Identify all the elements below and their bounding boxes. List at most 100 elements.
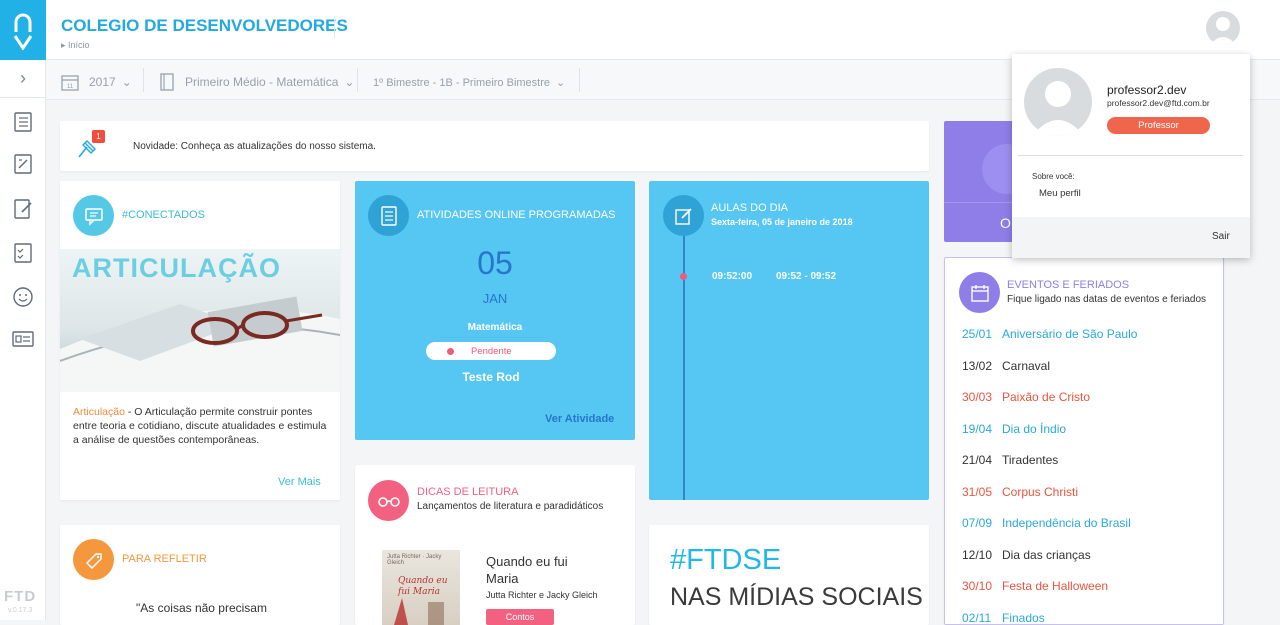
school-name: COLEGIO DE DESENVOLVEDORES [61, 16, 348, 35]
top-header: COLEGIO DE DESENVOLVEDORES ▸ Início [46, 0, 1280, 60]
book-cover[interactable]: Jutta Richter · Jacky Gleich Quando eu f… [382, 550, 460, 625]
conectados-link[interactable]: Articulação [73, 406, 125, 418]
event-row[interactable]: 13/02 Carnaval [962, 359, 1050, 373]
aulas-title: AULAS DO DIA [711, 202, 789, 214]
profile-role-badge: Professor [1107, 117, 1210, 134]
calendar-icon: 11 [61, 75, 79, 91]
year-value: 2017 [89, 75, 116, 89]
event-row[interactable]: 21/04 Tiradentes [962, 453, 1058, 467]
chat-bubble-icon [84, 207, 103, 226]
reading-glasses-icon [377, 496, 400, 507]
image-heading: ARTICULAÇÃO [72, 253, 281, 283]
chevron-down-icon: ⌄ [121, 75, 132, 89]
event-row[interactable]: 07/09 Independência do Brasil [962, 516, 1131, 530]
event-date: 31/05 [962, 484, 993, 499]
event-row[interactable]: 30/10 Festa de Halloween [962, 579, 1108, 593]
user-silhouette-icon [1210, 17, 1236, 45]
aulas-icon-circle [663, 195, 704, 236]
activity-month: JAN [482, 291, 508, 306]
eventos-icon-circle [959, 272, 1000, 313]
eventos-title: EVENTOS E FERIADOS [1007, 279, 1130, 291]
footer-logo: FTD [4, 588, 37, 605]
event-name: Dia das crianças [1002, 547, 1091, 562]
class-range[interactable]: 09:52 - 09:52 [776, 271, 836, 282]
ver-atividade-link[interactable]: Ver Atividade [545, 413, 614, 425]
sidebar-expand-button[interactable]: › [0, 60, 46, 98]
year-selector[interactable]: 11 2017 ⌄ [61, 73, 132, 91]
atividades-online-card: ATIVIDADES ONLINE PROGRAMADAS 05 JAN Mat… [355, 181, 635, 440]
sidebar: › FTD v.0.17.3 [0, 0, 46, 620]
notice-card[interactable]: 1 Novidade: Conheça as atualizações do n… [60, 121, 929, 171]
logo-icon [13, 13, 33, 50]
event-row[interactable]: 12/10 Dia das crianças [962, 548, 1091, 562]
document-list-icon [380, 205, 397, 226]
smiley-icon[interactable] [11, 285, 35, 309]
refletir-quote: "As coisas não precisam [136, 601, 267, 615]
event-date: 13/02 [962, 358, 993, 373]
checklist-icon[interactable] [11, 241, 35, 265]
breadcrumb[interactable]: ▸ Início [61, 40, 90, 51]
status-dot-icon [447, 348, 454, 355]
ftdse-card[interactable]: #FTDSE NAS MÍDIAS SOCIAIS [649, 525, 929, 625]
eventos-subtitle: Fique ligado nas datas de eventos e feri… [1007, 294, 1207, 305]
event-row[interactable]: 31/05 Corpus Christi [962, 485, 1078, 499]
atividades-icon-circle [368, 195, 409, 236]
breadcrumb-home[interactable]: Início [68, 40, 90, 50]
event-row[interactable]: 02/11 Finados [962, 611, 1045, 625]
event-date: 07/09 [962, 516, 993, 530]
user-avatar-button[interactable] [1206, 11, 1240, 45]
purple-card-text: O [1000, 215, 1011, 231]
notice-badge: 1 [92, 130, 105, 143]
period-selector[interactable]: 1º Bimestre - 1B - Primeiro Bimestre ⌄ [373, 76, 565, 90]
leitura-subtitle: Lançamentos de literatura e paradidático… [417, 501, 604, 512]
profile-username: professor2.dev [1107, 83, 1187, 97]
course-selector[interactable]: Primeiro Médio - Matemática ⌄ [159, 73, 354, 91]
event-name: Dia do Índio [1002, 421, 1067, 436]
book-authors: Jutta Richter e Jacky Gleich [486, 590, 598, 600]
conectados-title: #CONECTADOS [122, 209, 205, 221]
aulas-date: Sexta-feira, 05 de janeiro de 2018 [711, 217, 853, 227]
chevron-right-icon: › [20, 68, 26, 88]
app-logo[interactable] [0, 0, 46, 60]
event-date: 12/10 [962, 547, 993, 562]
profile-email: professor2.dev@ftd.com.br [1107, 98, 1210, 108]
event-name: Tiradentes [1002, 453, 1059, 467]
tag-icon [85, 552, 102, 569]
event-row[interactable]: 19/04 Dia do Índio [962, 422, 1066, 436]
conectados-image[interactable]: ARTICULAÇÃO [60, 249, 340, 392]
ver-mais-link[interactable]: Ver Mais [278, 476, 321, 488]
id-card-icon[interactable] [11, 327, 35, 351]
event-row[interactable]: 25/01 Aniversário de São Paulo [962, 327, 1137, 341]
activity-status: Pendente [471, 346, 512, 357]
event-row[interactable]: 30/03 Paixão de Cristo [962, 390, 1090, 404]
notice-text: Novidade: Conheça as atualizações do nos… [133, 141, 376, 152]
event-date: 25/01 [962, 327, 993, 341]
ftdse-hashtag: #FTDSE [670, 544, 782, 576]
period-value: 1º Bimestre - 1B - Primeiro Bimestre [373, 76, 550, 89]
gradebook-icon[interactable] [11, 152, 35, 176]
profile-dropdown: professor2.dev professor2.dev@ftd.com.br… [1012, 54, 1250, 258]
book-cover-authors: Jutta Richter · Jacky Gleich [387, 554, 442, 566]
book-title: Quando eu fui Maria [486, 554, 568, 586]
para-refletir-card: PARA REFLETIR "As coisas não precisam [60, 525, 340, 625]
timeline-dot-icon [680, 273, 687, 280]
event-name: Aniversário de São Paulo [1002, 327, 1138, 341]
filter-divider [357, 68, 358, 92]
leitura-title: DICAS DE LEITURA [417, 486, 519, 498]
refletir-icon-circle [73, 539, 114, 580]
course-value: Primeiro Médio - Matemática [185, 75, 339, 89]
conectados-card: #CONECTADOS ARTICULAÇÃO Articulação - O … [60, 181, 340, 500]
logout-button[interactable]: Sair [1212, 231, 1230, 242]
activity-subject: Matemática [467, 322, 523, 333]
header-divider [334, 16, 335, 38]
book-genre-tag[interactable]: Contos [486, 609, 554, 625]
calendar-icon [970, 284, 989, 302]
event-date: 30/03 [962, 390, 993, 404]
list-document-icon[interactable] [11, 110, 35, 134]
edit-document-icon[interactable] [11, 197, 35, 221]
my-profile-link[interactable]: Meu perfil [1039, 188, 1081, 199]
user-silhouette-icon [1032, 81, 1084, 136]
eventos-feriados-card: EVENTOS E FERIADOS Fique ligado nas data… [944, 257, 1224, 625]
event-date: 21/04 [962, 453, 993, 467]
event-name: Corpus Christi [1002, 484, 1079, 499]
